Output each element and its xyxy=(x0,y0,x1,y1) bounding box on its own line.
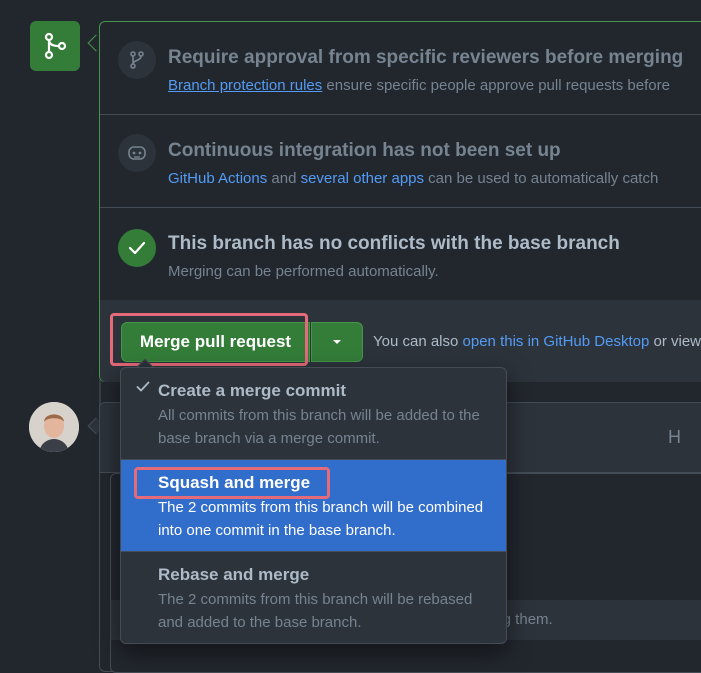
check-circle-icon xyxy=(118,229,156,267)
ci-title: Continuous integration has not been set … xyxy=(168,140,561,161)
merge-box: Require approval from specific reviewers… xyxy=(99,21,701,382)
conflicts-section: This branch has no conflicts with the ba… xyxy=(100,208,701,300)
menu-item-squash-and-merge[interactable]: Squash and merge The 2 commits from this… xyxy=(121,460,506,552)
avatar[interactable] xyxy=(29,402,79,452)
ci-desc: GitHub Actions and several other apps ca… xyxy=(168,170,659,187)
ci-section: Continuous integration has not been set … xyxy=(100,115,701,208)
other-apps-link[interactable]: several other apps xyxy=(301,170,424,187)
conflicts-title: This branch has no conflicts with the ba… xyxy=(168,233,620,254)
also-text: You can also open this in GitHub Desktop… xyxy=(373,333,701,350)
merge-pull-request-button[interactable]: Merge pull request xyxy=(121,322,310,362)
caret-down-icon xyxy=(333,340,341,344)
merge-method-menu: Create a merge commit All commits from t… xyxy=(120,367,507,644)
check-icon xyxy=(136,381,150,392)
menu-item-desc: All commits from this branch will be add… xyxy=(158,407,480,447)
menu-item-rebase-and-merge[interactable]: Rebase and merge The 2 commits from this… xyxy=(121,552,506,643)
merge-method-dropdown-toggle[interactable] xyxy=(311,322,363,362)
heading-tool-button[interactable]: H xyxy=(668,427,681,448)
reviewers-desc-rest: ensure specific people approve pull requ… xyxy=(322,77,670,94)
conflicts-desc: Merging can be performed automatically. xyxy=(168,263,439,280)
reviewers-title: Require approval from specific reviewers… xyxy=(168,47,684,68)
menu-item-desc: The 2 commits from this branch will be r… xyxy=(158,591,473,631)
open-in-desktop-link[interactable]: open this in GitHub Desktop xyxy=(463,333,650,350)
menu-item-create-merge-commit[interactable]: Create a merge commit All commits from t… xyxy=(121,368,506,460)
branch-protection-link[interactable]: Branch protection rules xyxy=(168,77,322,94)
menu-item-title: Squash and merge xyxy=(158,473,311,492)
branch-icon xyxy=(118,41,156,79)
github-actions-link[interactable]: GitHub Actions xyxy=(168,170,267,187)
menu-item-title: Rebase and merge xyxy=(158,565,310,584)
menu-item-desc: The 2 commits from this branch will be c… xyxy=(158,499,484,539)
reviewers-section: Require approval from specific reviewers… xyxy=(100,22,701,115)
git-merge-icon xyxy=(30,21,80,71)
reviewers-desc: Branch protection rules ensure specific … xyxy=(168,77,670,94)
copilot-bot-icon xyxy=(118,134,156,172)
menu-item-title: Create a merge commit xyxy=(158,381,347,400)
